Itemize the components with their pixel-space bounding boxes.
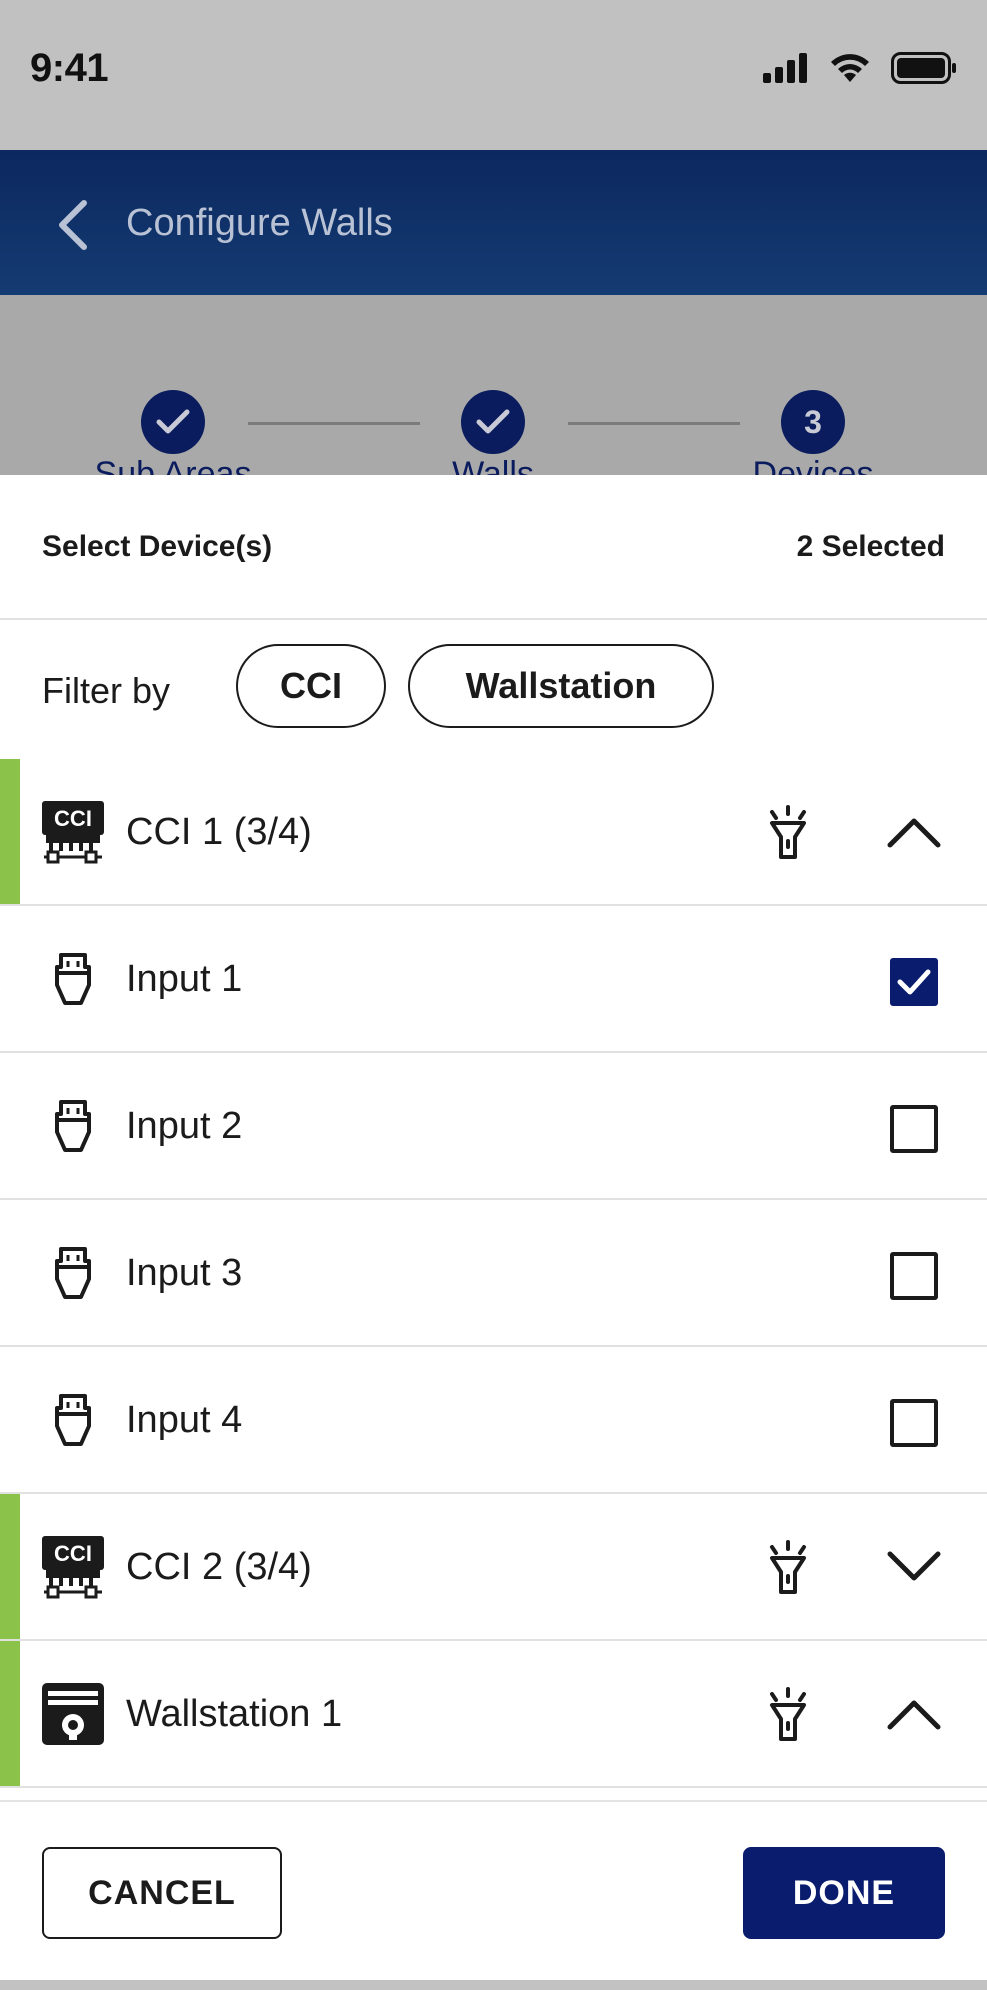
identify-flash-button[interactable] — [762, 1540, 814, 1596]
filter-chip-cci[interactable]: CCI — [236, 644, 386, 728]
input-plug-icon — [40, 1387, 106, 1453]
input-checkbox[interactable] — [890, 1105, 938, 1153]
cci-icon: CCI — [40, 1534, 106, 1600]
check-icon — [476, 409, 510, 434]
step-label: Walls — [452, 455, 534, 475]
input-checkbox[interactable] — [890, 1399, 938, 1447]
step-2-complete — [461, 390, 525, 454]
chevron-up-icon — [887, 818, 941, 848]
input-row[interactable]: Input 2 — [0, 1053, 987, 1200]
expand-button[interactable] — [886, 1544, 942, 1590]
selected-count: 2 Selected — [796, 530, 945, 563]
input-row[interactable]: Input 1 — [0, 906, 987, 1053]
collapse-button[interactable] — [886, 809, 942, 855]
flashlight-icon — [770, 1687, 806, 1741]
cancel-button[interactable]: CANCEL — [42, 1847, 282, 1939]
filter-row: Filter by CCI Wallstation — [0, 622, 987, 757]
input-label: Input 2 — [126, 1105, 243, 1147]
status-accent — [0, 1641, 20, 1786]
chevron-down-icon — [887, 1551, 941, 1581]
status-bar: 9:41 — [0, 0, 987, 150]
app-header: Configure Walls — [0, 150, 987, 295]
svg-text:CCI: CCI — [54, 1541, 92, 1566]
battery-icon — [891, 52, 956, 84]
status-accent — [0, 1494, 20, 1639]
input-checkbox[interactable] — [890, 958, 938, 1006]
step-connector — [568, 422, 740, 425]
chevron-left-icon — [59, 200, 87, 250]
bottom-strip — [0, 1980, 987, 1990]
device-group-label: Wallstation 1 — [126, 1693, 343, 1735]
status-time: 9:41 — [30, 46, 109, 90]
input-checkbox[interactable] — [890, 1252, 938, 1300]
svg-text:CCI: CCI — [54, 806, 92, 831]
identify-flash-button[interactable] — [762, 1687, 814, 1743]
status-icons — [763, 52, 957, 84]
device-group-label: CCI 2 (3/4) — [126, 1546, 312, 1588]
device-list: CCI CCI 1 (3/4) Input 1 Input 2 Input 3 … — [0, 759, 987, 1788]
collapse-button[interactable] — [886, 1691, 942, 1737]
device-group-row[interactable]: CCI CCI 2 (3/4) — [0, 1494, 987, 1641]
input-plug-icon — [40, 1093, 106, 1159]
stepper: 3 Sub Areas Walls Devices — [0, 295, 987, 475]
identify-flash-button[interactable] — [762, 805, 814, 861]
device-group-label: CCI 1 (3/4) — [126, 811, 312, 853]
wallstation-icon — [40, 1681, 106, 1747]
input-plug-icon — [40, 1240, 106, 1306]
action-footer: CANCEL DONE — [0, 1800, 987, 1980]
input-row[interactable]: Input 4 — [0, 1347, 987, 1494]
page-title: Configure Walls — [126, 202, 393, 244]
check-icon — [156, 409, 190, 434]
step-1-complete — [141, 390, 205, 454]
sheet-title: Select Device(s) — [42, 530, 273, 563]
input-plug-icon — [40, 946, 106, 1012]
input-label: Input 3 — [126, 1252, 243, 1294]
cci-icon: CCI — [40, 799, 106, 865]
chevron-up-icon — [887, 1700, 941, 1730]
device-group-row[interactable]: Wallstation 1 — [0, 1641, 987, 1788]
sheet-header: Select Device(s) 2 Selected — [0, 475, 987, 620]
device-select-sheet: Select Device(s) 2 Selected Filter by CC… — [0, 475, 987, 1980]
back-button[interactable] — [48, 195, 98, 255]
wifi-icon — [831, 54, 869, 82]
flashlight-icon — [770, 1540, 806, 1594]
step-connector — [248, 422, 420, 425]
flashlight-icon — [770, 805, 806, 859]
input-row[interactable]: Input 3 — [0, 1200, 987, 1347]
filter-label: Filter by — [42, 670, 171, 711]
check-icon — [897, 969, 931, 995]
filter-chip-wallstation[interactable]: Wallstation — [408, 644, 714, 728]
step-3-current: 3 — [781, 390, 845, 454]
input-label: Input 1 — [126, 958, 243, 1000]
device-group-row[interactable]: CCI CCI 1 (3/4) — [0, 759, 987, 906]
step-label: Devices — [752, 455, 874, 475]
done-button[interactable]: DONE — [743, 1847, 945, 1939]
step-label: Sub Areas — [94, 455, 252, 475]
status-accent — [0, 759, 20, 904]
input-label: Input 4 — [126, 1399, 243, 1441]
signal-icon — [763, 53, 807, 83]
